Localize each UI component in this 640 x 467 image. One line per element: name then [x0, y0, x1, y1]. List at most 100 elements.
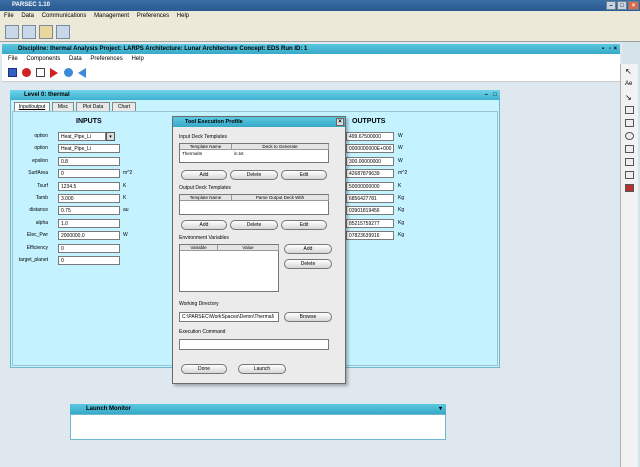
input-template-name-header[interactable]: Template Name — [180, 144, 232, 150]
discipline-title-bar: Discipline: thermal Analysis Project: LA… — [2, 44, 620, 54]
input-edit-button[interactable]: Edit — [281, 170, 327, 180]
pointer-icon[interactable]: ↖ — [625, 68, 634, 76]
input-deck-template-cell[interactable]: ThermalIn — [180, 151, 230, 157]
table-icon[interactable] — [625, 106, 634, 114]
text-icon[interactable]: Ae — [625, 81, 634, 89]
input-label: Tamb — [35, 195, 48, 201]
output-edit-button[interactable]: Edit — [281, 220, 327, 230]
arrow-icon[interactable]: ↘ — [625, 94, 634, 102]
input-label: distance — [29, 207, 48, 214]
env-variable-header[interactable]: Variable — [180, 245, 218, 251]
env-add-button[interactable]: Add — [284, 244, 332, 254]
input-add-button[interactable]: Add — [181, 170, 227, 180]
menu-help[interactable]: Help — [177, 13, 189, 19]
toolbar-tool-2-icon[interactable] — [22, 25, 36, 39]
input-deck-generate-header[interactable]: Deck to Generate — [232, 144, 329, 150]
discipline-close-icon[interactable]: × — [613, 44, 617, 54]
launch-button[interactable]: Launch — [238, 364, 286, 374]
input-unit: K — [123, 182, 127, 189]
input-field[interactable]: 0.8 — [58, 156, 120, 166]
tab-misc[interactable]: Misc — [52, 102, 74, 111]
input-deck-label: Input Deck Templates — [179, 134, 227, 140]
disc-menu-help[interactable]: Help — [131, 56, 143, 62]
input-field[interactable]: 3.000 — [58, 194, 120, 203]
dialog-close-button[interactable]: × — [336, 118, 344, 126]
input-field[interactable]: Heat_Pipe_Li — [58, 144, 120, 154]
list-icon[interactable] — [625, 171, 634, 179]
chevron-down-icon[interactable]: ▾ — [106, 132, 115, 141]
check-icon[interactable] — [625, 145, 634, 153]
stop-icon[interactable] — [22, 68, 31, 77]
env-value-header[interactable]: Value — [218, 245, 279, 251]
toolbar-tool-4-icon[interactable] — [56, 25, 70, 39]
refresh-icon[interactable] — [64, 68, 73, 77]
launch-monitor-minimize-icon[interactable]: ▾ — [439, 404, 442, 414]
tab-chart[interactable]: Chart — [112, 102, 136, 111]
grid-icon[interactable] — [625, 119, 634, 127]
input-field[interactable]: 0 — [58, 169, 120, 179]
input-label: Efficiency — [26, 244, 48, 251]
output-parse-deck-header[interactable]: Parse Output Deck With — [232, 195, 329, 201]
working-directory-label: Working Directory — [179, 301, 219, 307]
calc-icon[interactable] — [625, 158, 634, 166]
output-delete-button[interactable]: Delete — [230, 220, 278, 230]
input-field[interactable]: 1234.5 — [58, 181, 120, 191]
discipline-toolbar — [2, 64, 620, 82]
output-field: 03901819456 — [346, 206, 394, 216]
toolbar-tool-3-icon[interactable] — [39, 25, 53, 39]
input-deck-file-cell[interactable]: in.txt — [232, 151, 292, 157]
input-field[interactable]: 2000000.0 — [58, 231, 120, 241]
input-delete-button[interactable]: Delete — [230, 170, 278, 180]
input-unit: W — [123, 232, 128, 239]
app-title: PARSEC 1.10 — [12, 2, 50, 8]
toolbar-tool-1-icon[interactable] — [5, 25, 19, 39]
level-maximize-icon[interactable]: □ — [493, 90, 497, 100]
execution-command-field[interactable] — [179, 339, 329, 350]
menu-file[interactable]: File — [4, 13, 14, 19]
output-template-name-header[interactable]: Template Name — [180, 195, 232, 201]
discipline-maximize-icon[interactable]: ▫ — [609, 44, 611, 54]
menu-preferences[interactable]: Preferences — [137, 13, 169, 19]
minimize-button[interactable]: – — [606, 1, 616, 10]
back-icon[interactable] — [78, 68, 86, 78]
tab-plot-data[interactable]: Plot Data — [76, 102, 110, 111]
flag-icon[interactable] — [625, 184, 634, 192]
maximize-button[interactable]: □ — [617, 1, 627, 10]
menu-management[interactable]: Management — [94, 13, 129, 19]
output-deck-label: Output Deck Templates — [179, 185, 231, 191]
close-button[interactable]: × — [628, 1, 639, 10]
input-unit: m^2 — [123, 170, 133, 177]
disc-menu-components[interactable]: Components — [26, 56, 60, 62]
disc-menu-data[interactable]: Data — [69, 56, 82, 62]
done-button[interactable]: Done — [181, 364, 227, 374]
input-label: Tsurf — [37, 182, 48, 189]
level-title-bar: Level 0: thermal – □ — [10, 90, 500, 100]
input-field[interactable]: 0.75 — [58, 206, 120, 216]
input-deck-table: Template Name Deck to Generate ThermalIn… — [179, 143, 329, 163]
document-icon[interactable] — [36, 68, 45, 77]
side-toolbar: ↖ Ae ↘ — [620, 64, 638, 467]
level-title: Level 0: thermal — [24, 92, 70, 98]
working-directory-field[interactable]: C:\PARSEC\WorkSpaces\Demo\Thermal\ — [179, 312, 279, 322]
discipline-minimize-icon[interactable]: ▪ — [602, 44, 604, 54]
input-field[interactable]: 0 — [58, 256, 120, 265]
output-add-button[interactable]: Add — [181, 220, 227, 230]
input-label: option — [34, 145, 48, 152]
env-delete-button[interactable]: Delete — [284, 259, 332, 269]
menu-communications[interactable]: Communications — [42, 13, 87, 19]
node-icon[interactable] — [625, 132, 634, 140]
input-label: epsilon — [32, 157, 48, 164]
launch-monitor-title: Launch Monitor — [86, 406, 131, 412]
save-icon[interactable] — [8, 68, 17, 77]
run-icon[interactable] — [50, 68, 58, 78]
input-field[interactable]: 0 — [58, 243, 120, 253]
browse-button[interactable]: Browse — [284, 312, 332, 322]
output-unit: Kg — [398, 232, 405, 239]
disc-menu-file[interactable]: File — [8, 56, 18, 62]
disc-menu-preferences[interactable]: Preferences — [90, 56, 122, 62]
input-field[interactable]: 1.0 — [58, 218, 120, 228]
tab-input-output[interactable]: Input/output — [14, 102, 50, 111]
level-minimize-icon[interactable]: – — [485, 90, 488, 100]
option-select[interactable]: Heat_Pipe_Li — [58, 132, 106, 141]
menu-data[interactable]: Data — [21, 13, 34, 19]
